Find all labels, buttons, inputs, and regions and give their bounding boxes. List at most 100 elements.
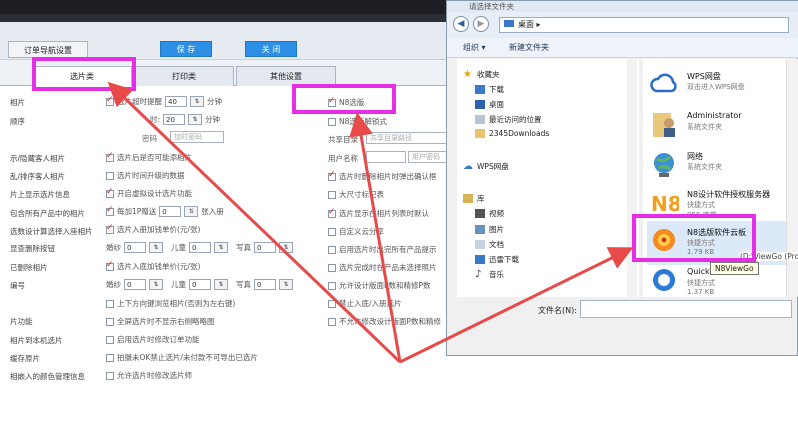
checkbox[interactable] bbox=[106, 205, 114, 216]
highlight-box-n8-option bbox=[292, 84, 396, 114]
checkbox[interactable] bbox=[106, 187, 114, 198]
save-button[interactable]: 保 存 bbox=[160, 41, 212, 57]
checkbox[interactable] bbox=[328, 227, 336, 236]
allow-add-photo-option[interactable]: 选片后是否可能添相片 bbox=[106, 151, 192, 163]
price-stepper[interactable]: ⇅ bbox=[149, 242, 163, 253]
order-nav-settings-tab[interactable]: 订单导航设置 bbox=[8, 41, 88, 58]
checkbox[interactable] bbox=[106, 223, 114, 234]
edit-order-option[interactable]: 启用选片时修改订单功能 bbox=[106, 334, 200, 345]
checkbox[interactable] bbox=[106, 371, 114, 380]
price-stepper[interactable]: ⇅ bbox=[214, 279, 228, 290]
base-price-option[interactable]: 选片入底加钱单价(元/张) bbox=[106, 260, 200, 272]
checkbox[interactable] bbox=[106, 171, 114, 180]
timeout-reminder-option[interactable]: 选片超时提醒 40 ⇅ 分钟 bbox=[106, 95, 222, 107]
tree-item-documents[interactable]: 文档 bbox=[475, 239, 504, 250]
right-option[interactable]: 自定义云分享 bbox=[328, 226, 384, 237]
checkbox[interactable] bbox=[328, 263, 336, 272]
checkbox[interactable] bbox=[106, 335, 114, 344]
extend-password-input[interactable]: 加时密码 bbox=[170, 131, 224, 143]
row-label: 片功能 bbox=[10, 317, 33, 326]
filename-input[interactable] bbox=[580, 300, 792, 318]
wps-cloud-icon bbox=[650, 73, 677, 93]
n8-unlock-option[interactable]: N8选版解锁式 bbox=[328, 116, 387, 127]
password-input[interactable]: 用户密码 bbox=[408, 151, 448, 163]
timeout-stepper[interactable]: ⇅ bbox=[190, 96, 204, 107]
price-stepper[interactable]: ⇅ bbox=[279, 279, 293, 290]
tree-item-2345downloads[interactable]: 2345Downloads bbox=[475, 129, 549, 138]
checkbox[interactable] bbox=[328, 299, 336, 308]
close-button[interactable]: 关 闭 bbox=[245, 41, 297, 57]
price-stepper[interactable]: ⇅ bbox=[279, 242, 293, 253]
price-input[interactable]: 0 bbox=[124, 242, 146, 253]
price-input[interactable]: 0 bbox=[189, 279, 211, 290]
price-input[interactable]: 0 bbox=[189, 242, 211, 253]
library-icon bbox=[463, 194, 473, 203]
price-stepper[interactable]: ⇅ bbox=[149, 279, 163, 290]
bonus-count-input[interactable]: 0 bbox=[159, 206, 182, 217]
price-input[interactable]: 0 bbox=[254, 279, 276, 290]
right-option[interactable]: 选片完成时在产品未选择照片 bbox=[328, 262, 437, 273]
tree-item-wps-disk[interactable]: ☁ WPS网盘 bbox=[463, 161, 509, 172]
price-input[interactable]: 0 bbox=[124, 279, 146, 290]
bonus-stepper[interactable]: ⇅ bbox=[184, 206, 199, 217]
row-label: 缓存原片 bbox=[10, 354, 40, 363]
right-option[interactable]: 选片显示在相片列表时默认 bbox=[328, 207, 429, 219]
extend-time-option: 时: 20 ⇅ 分钟 bbox=[150, 114, 221, 125]
new-folder-button[interactable]: 新建文件夹 bbox=[509, 38, 549, 58]
checkbox[interactable] bbox=[328, 170, 336, 181]
right-option[interactable]: 大尺寸标记表 bbox=[328, 189, 384, 200]
right-option[interactable]: 启用选片时出完所有产品提示 bbox=[328, 244, 437, 255]
file-item[interactable]: WPS网盘 双击进入WPS网盘 bbox=[647, 65, 797, 109]
album-price-option[interactable]: 选片入册加钱单价(元/张) bbox=[106, 223, 200, 235]
forward-arrow-icon[interactable]: ▶ bbox=[473, 16, 489, 32]
tree-item-recent[interactable]: 最近访问的位置 bbox=[475, 114, 542, 125]
share-dir-input[interactable]: 共享目录路径 bbox=[366, 132, 456, 144]
checkbox[interactable] bbox=[328, 117, 336, 126]
right-option[interactable]: 禁止入底/入册选片 bbox=[328, 298, 402, 309]
bonus-per-page-option[interactable]: 每加1P赠送 0 ⇅ 张入册 bbox=[106, 205, 224, 217]
checkbox[interactable] bbox=[106, 260, 114, 271]
right-option[interactable]: 不允许修改设计版面P数和精修 bbox=[328, 316, 441, 327]
upgrade-data-option[interactable]: 选片时间升级的数据 bbox=[106, 170, 185, 181]
organize-button[interactable]: 组织 ▾ bbox=[463, 38, 486, 58]
back-arrow-icon[interactable]: ◀ bbox=[453, 16, 469, 32]
checkbox[interactable] bbox=[328, 245, 336, 254]
tree-item-music[interactable]: ♪ 音乐 bbox=[475, 269, 504, 280]
tree-item-downloads[interactable]: 下载 bbox=[475, 84, 504, 95]
timeout-checkbox[interactable] bbox=[106, 95, 114, 106]
address-bar[interactable]: 桌面 ▸ bbox=[499, 17, 789, 33]
right-option[interactable]: 选片时删除相片时弹出确认框 bbox=[328, 170, 437, 182]
username-input[interactable] bbox=[366, 151, 406, 163]
price-stepper[interactable]: ⇅ bbox=[214, 242, 228, 253]
fullscreen-thumbnail-option[interactable]: 全屏选片时不显示右侧略略图 bbox=[106, 316, 215, 327]
tab-other-settings[interactable]: 其他设置 bbox=[236, 66, 336, 86]
price-input[interactable]: 0 bbox=[254, 242, 276, 253]
tree-item-videos[interactable]: 视频 bbox=[475, 208, 504, 219]
star-icon: ★ bbox=[463, 69, 472, 80]
edit-selector-option[interactable]: 允许选片时修改选片师 bbox=[106, 370, 192, 381]
tree-item-thunder[interactable]: 迅雷下载 bbox=[475, 254, 519, 265]
checkbox[interactable] bbox=[328, 207, 336, 218]
tree-item-favorites[interactable]: ★ 收藏夹 bbox=[463, 69, 500, 80]
row-label: 乱/排序客人相片 bbox=[10, 172, 66, 181]
checkbox[interactable] bbox=[106, 299, 114, 308]
file-item[interactable]: Administrator 系统文件夹 bbox=[647, 105, 797, 149]
timeout-minutes-input[interactable]: 40 bbox=[165, 96, 187, 107]
tree-item-library[interactable]: 库 bbox=[463, 193, 485, 204]
arrow-keys-option[interactable]: 上下方向键浏览相片(否则为左右键) bbox=[106, 298, 235, 309]
checkbox[interactable] bbox=[106, 151, 114, 162]
tree-item-desktop[interactable]: 桌面 bbox=[475, 99, 504, 110]
file-list-scrollbar[interactable] bbox=[786, 59, 798, 297]
extend-minutes-input[interactable]: 20 bbox=[163, 114, 186, 125]
extend-stepper[interactable]: ⇅ bbox=[188, 114, 203, 125]
checkbox[interactable] bbox=[328, 190, 336, 199]
tab-print[interactable]: 打印类 bbox=[134, 66, 234, 86]
virtual-design-option[interactable]: 开启虚拟设计选片功能 bbox=[106, 187, 192, 199]
checkbox[interactable] bbox=[328, 281, 336, 290]
right-option[interactable]: 允许设计版面P数和精修P数 bbox=[328, 280, 431, 291]
checkbox[interactable] bbox=[328, 317, 336, 326]
checkbox[interactable] bbox=[106, 353, 114, 362]
block-unpaid-option[interactable]: 拍摄未OK禁止选片/未付款不可导出已选片 bbox=[106, 352, 258, 363]
tree-item-pictures[interactable]: 图片 bbox=[475, 224, 504, 235]
checkbox[interactable] bbox=[106, 317, 114, 326]
